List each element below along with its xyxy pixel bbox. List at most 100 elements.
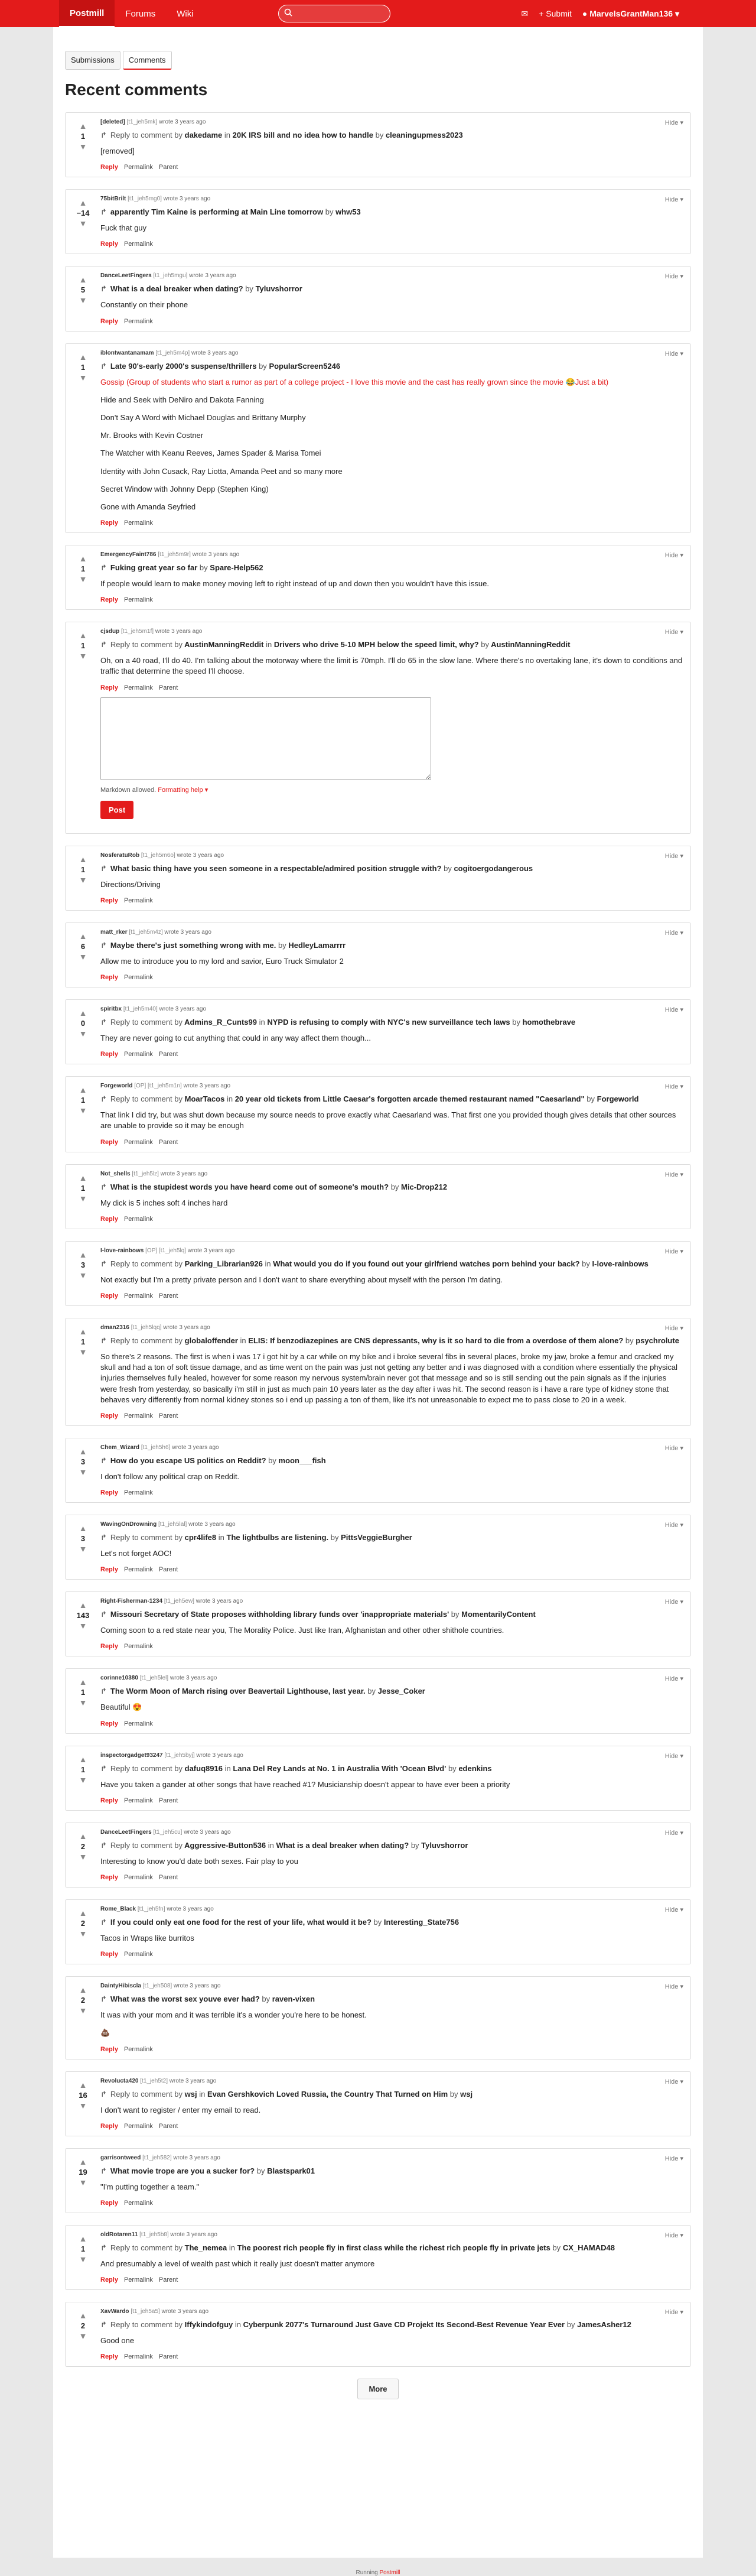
post-button[interactable]: Post — [100, 800, 134, 819]
submission-author[interactable]: moon___fish — [279, 1456, 326, 1465]
reply-button[interactable]: Reply — [100, 897, 118, 904]
downvote-arrow-icon[interactable]: ▼ — [79, 295, 87, 305]
submission-author[interactable]: psychrolute — [636, 1336, 679, 1345]
submission-author[interactable]: Spare-Help562 — [210, 563, 263, 572]
submission-link[interactable]: What is a deal breaker when dating? — [276, 1841, 409, 1850]
submission-author[interactable]: Blastspark01 — [267, 2166, 315, 2175]
search-input[interactable] — [278, 5, 390, 22]
author-link[interactable]: Forgeworld — [100, 1083, 132, 1089]
parent-link[interactable]: Parent — [159, 1874, 178, 1881]
submission-link[interactable]: Cyberpunk 2077's Turnaround Just Gave CD… — [243, 2320, 565, 2329]
hide-button[interactable]: Hide ▾ — [665, 929, 683, 937]
permalink-link[interactable]: Permalink — [124, 1216, 153, 1223]
reply-button[interactable]: Reply — [100, 1874, 118, 1881]
permalink-link[interactable]: Permalink — [124, 1412, 153, 1419]
hide-button[interactable]: Hide ▾ — [665, 350, 683, 358]
upvote-arrow-icon[interactable]: ▲ — [79, 121, 87, 131]
reply-button[interactable]: Reply — [100, 684, 118, 691]
downvote-arrow-icon[interactable]: ▼ — [79, 651, 87, 661]
upvote-arrow-icon[interactable]: ▲ — [79, 275, 87, 284]
reply-button[interactable]: Reply — [100, 519, 118, 527]
downvote-arrow-icon[interactable]: ▼ — [79, 1621, 87, 1630]
footer-postmill-link[interactable]: Postmill — [380, 2569, 400, 2576]
reply-button[interactable]: Reply — [100, 2123, 118, 2130]
submission-link[interactable]: If you could only eat one food for the r… — [110, 1918, 372, 1927]
parent-link[interactable]: Parent — [159, 2276, 178, 2283]
submission-link[interactable]: Missouri Secretary of State proposes wit… — [110, 1610, 449, 1619]
hide-button[interactable]: Hide ▾ — [665, 628, 683, 636]
hide-button[interactable]: Hide ▾ — [665, 1906, 683, 1914]
author-link[interactable]: garrisontweed — [100, 2155, 141, 2161]
downvote-arrow-icon[interactable]: ▼ — [79, 1929, 87, 1938]
submission-author[interactable]: JamesAsher12 — [577, 2320, 631, 2329]
permalink-link[interactable]: Permalink — [124, 164, 153, 171]
downvote-arrow-icon[interactable]: ▼ — [79, 1544, 87, 1554]
upvote-arrow-icon[interactable]: ▲ — [79, 198, 87, 207]
author-link[interactable]: Chem_Wizard — [100, 1444, 139, 1451]
hide-button[interactable]: Hide ▾ — [665, 196, 683, 203]
author-link[interactable]: EmergencyFaint786 — [100, 551, 157, 558]
upvote-arrow-icon[interactable]: ▲ — [79, 931, 87, 941]
upvote-arrow-icon[interactable]: ▲ — [79, 855, 87, 864]
author-link[interactable]: WavingOnDrowning — [100, 1521, 157, 1528]
submission-link[interactable]: Late 90's-early 2000's suspense/thriller… — [110, 362, 257, 371]
reply-button[interactable]: Reply — [100, 1216, 118, 1223]
submission-link[interactable]: Maybe there's just something wrong with … — [110, 941, 276, 950]
submission-author[interactable]: I-love-rainbows — [592, 1259, 649, 1268]
submission-author[interactable]: Tyluvshorror — [256, 284, 302, 293]
author-link[interactable]: dman2316 — [100, 1324, 129, 1331]
submission-link[interactable]: NYPD is refusing to comply with NYC's ne… — [267, 1018, 510, 1026]
author-link[interactable]: matt_rker — [100, 929, 128, 935]
reply-to-user[interactable]: Admins_R_Cunts99 — [184, 1018, 257, 1026]
author-link[interactable]: DanceLeetFingers — [100, 1829, 152, 1836]
hide-button[interactable]: Hide ▾ — [665, 1324, 683, 1332]
upvote-arrow-icon[interactable]: ▲ — [79, 1327, 87, 1336]
author-link[interactable]: DaintyHibiscla — [100, 1983, 141, 1989]
upvote-arrow-icon[interactable]: ▲ — [79, 1447, 87, 1456]
permalink-link[interactable]: Permalink — [124, 1566, 153, 1573]
submission-author[interactable]: PopularScreen5246 — [269, 362, 340, 371]
permalink-link[interactable]: Permalink — [124, 1720, 153, 1727]
hide-button[interactable]: Hide ▾ — [665, 2155, 683, 2162]
author-link[interactable]: inspectorgadget93247 — [100, 1752, 163, 1759]
downvote-arrow-icon[interactable]: ▼ — [79, 2255, 87, 2264]
upvote-arrow-icon[interactable]: ▲ — [79, 2080, 87, 2090]
hide-button[interactable]: Hide ▾ — [665, 1598, 683, 1606]
reply-button[interactable]: Reply — [100, 241, 118, 248]
submission-author[interactable]: whw53 — [335, 207, 361, 216]
downvote-arrow-icon[interactable]: ▼ — [79, 2006, 87, 2015]
submission-author[interactable]: Jesse_Coker — [378, 1687, 425, 1695]
reply-to-user[interactable]: wsj — [185, 2090, 197, 2099]
submission-link[interactable]: ELIS: If benzodiazepines are CNS depress… — [248, 1336, 623, 1345]
reply-button[interactable]: Reply — [100, 1412, 118, 1419]
author-link[interactable]: Not_shells — [100, 1171, 131, 1177]
parent-link[interactable]: Parent — [159, 2123, 178, 2130]
tab-submissions[interactable]: Submissions — [65, 51, 120, 70]
submission-author[interactable]: CX_HAMAD48 — [563, 2243, 615, 2252]
submission-link[interactable]: Drivers who drive 5-10 MPH below the spe… — [274, 640, 479, 649]
hide-button[interactable]: Hide ▾ — [665, 2078, 683, 2086]
hide-button[interactable]: Hide ▾ — [665, 272, 683, 280]
author-link[interactable]: Right-Fisherman-1234 — [100, 1598, 162, 1604]
permalink-link[interactable]: Permalink — [124, 1951, 153, 1958]
hide-button[interactable]: Hide ▾ — [665, 1006, 683, 1013]
permalink-link[interactable]: Permalink — [124, 596, 153, 603]
parent-link[interactable]: Parent — [159, 2353, 178, 2360]
downvote-arrow-icon[interactable]: ▼ — [79, 1852, 87, 1862]
reply-to-user[interactable]: dakedame — [185, 131, 223, 139]
submission-author[interactable]: homothebrave — [523, 1018, 576, 1026]
author-link[interactable]: iblontwantanamam — [100, 350, 154, 356]
upvote-arrow-icon[interactable]: ▲ — [79, 1600, 87, 1610]
submission-link[interactable]: What is the stupidest words you have hea… — [110, 1183, 389, 1191]
permalink-link[interactable]: Permalink — [124, 1797, 153, 1804]
parent-link[interactable]: Parent — [159, 1566, 178, 1573]
downvote-arrow-icon[interactable]: ▼ — [79, 373, 87, 382]
more-button[interactable]: More — [357, 2379, 399, 2400]
reply-button[interactable]: Reply — [100, 1951, 118, 1958]
permalink-link[interactable]: Permalink — [124, 2353, 153, 2360]
permalink-link[interactable]: Permalink — [124, 2046, 153, 2053]
parent-link[interactable]: Parent — [159, 164, 178, 171]
hide-button[interactable]: Hide ▾ — [665, 2231, 683, 2239]
submission-author[interactable]: wsj — [460, 2090, 472, 2099]
submission-link[interactable]: 20 year old tickets from Little Caesar's… — [235, 1094, 585, 1103]
